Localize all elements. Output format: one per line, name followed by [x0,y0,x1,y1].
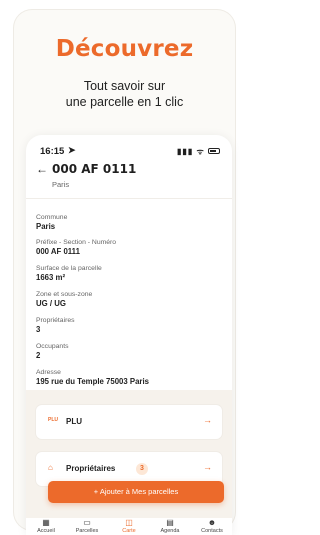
hero-subtitle: Tout savoir sur une parcelle en 1 clic [14,78,235,110]
field-commune: Commune Paris [36,213,67,232]
field-label: Préfixe - Section - Numéro [36,239,117,246]
field-label: Propriétaires [36,317,75,324]
back-arrow-icon[interactable]: ← [36,162,48,176]
field-value: 3 [36,325,41,334]
field-value: 2 [36,351,41,360]
hero-title: Découvrez [55,36,194,62]
add-to-parcels-button[interactable]: + Ajouter à Mes parcelles [48,481,224,503]
plu-label: PLU [66,417,82,426]
tab-label: Agenda [160,528,180,534]
tab-accueil[interactable]: ▦ Accueil [26,518,66,535]
parcel-city: Paris [52,180,70,189]
parcel-title: 000 AF 0111 [52,162,137,176]
field-value: 195 rue du Temple 75003 Paris [36,377,149,386]
field-value: 1663 m² [36,273,66,282]
field-label: Surface de la parcelle [36,265,102,272]
field-label: Adresse [36,369,61,376]
home-grid-icon: ▦ [42,518,50,527]
field-proprietaires: Propriétaires 3 [36,316,75,335]
tab-agenda[interactable]: ▤ Agenda [150,518,190,535]
field-value: UG / UG [36,299,66,308]
tab-parcelles[interactable]: ▭ Parcelles [67,518,107,535]
tab-carte[interactable]: ◫ Carte [109,518,149,535]
tab-bar: ▦ Accueil ▭ Parcelles ◫ Carte ▤ Agenda ☻… [26,518,232,535]
battery-icon [208,148,220,154]
parcel-header: ← 000 AF 0111 Paris [26,159,232,199]
field-value: Paris [36,222,56,231]
arrow-right-icon: → [203,415,212,425]
bottom-actions: + Ajouter à Mes parcelles ▦ Accueil ▭ Pa… [0,466,249,535]
plu-icon: PLU [48,417,58,423]
tab-label: Carte [122,528,136,534]
calendar-icon: ▤ [166,518,174,527]
location-arrow-icon: ➤ [68,145,76,155]
field-occupants: Occupants 2 [36,342,69,361]
field-label: Zone et sous-zone [36,291,93,298]
field-zone: Zone et sous-zone UG / UG [36,290,92,309]
field-label: Occupants [36,343,69,350]
tab-label: Parcelles [75,528,99,534]
hero-subtitle-line-1: Tout savoir sur [83,79,166,93]
tab-label: Accueil [37,528,55,534]
field-value: 000 AF 0111 [36,247,80,256]
parcels-icon: ▭ [83,518,91,527]
contacts-icon: ☻ [207,518,217,527]
field-prefixe: Préfixe - Section - Numéro 000 AF 0111 [36,238,116,257]
signal-wifi-icon: ▮▮▮ ᯤ [177,147,205,156]
field-surface: Surface de la parcelle 1663 m² [36,264,102,283]
status-icons: ▮▮▮ ᯤ [177,146,220,157]
field-adresse: Adresse 195 rue du Temple 75003 Paris [36,368,149,387]
status-bar: 16:15 ➤ ▮▮▮ ᯤ [40,145,220,158]
status-time: 16:15 [40,146,65,157]
tab-contacts[interactable]: ☻ Contacts [192,518,232,535]
field-label: Commune [36,214,68,221]
map-icon: ◫ [125,518,133,527]
hero-subtitle-line-2: une parcelle en 1 clic [65,95,184,109]
tab-label: Contacts [201,528,223,534]
plu-row[interactable]: PLU PLU → [36,405,222,439]
